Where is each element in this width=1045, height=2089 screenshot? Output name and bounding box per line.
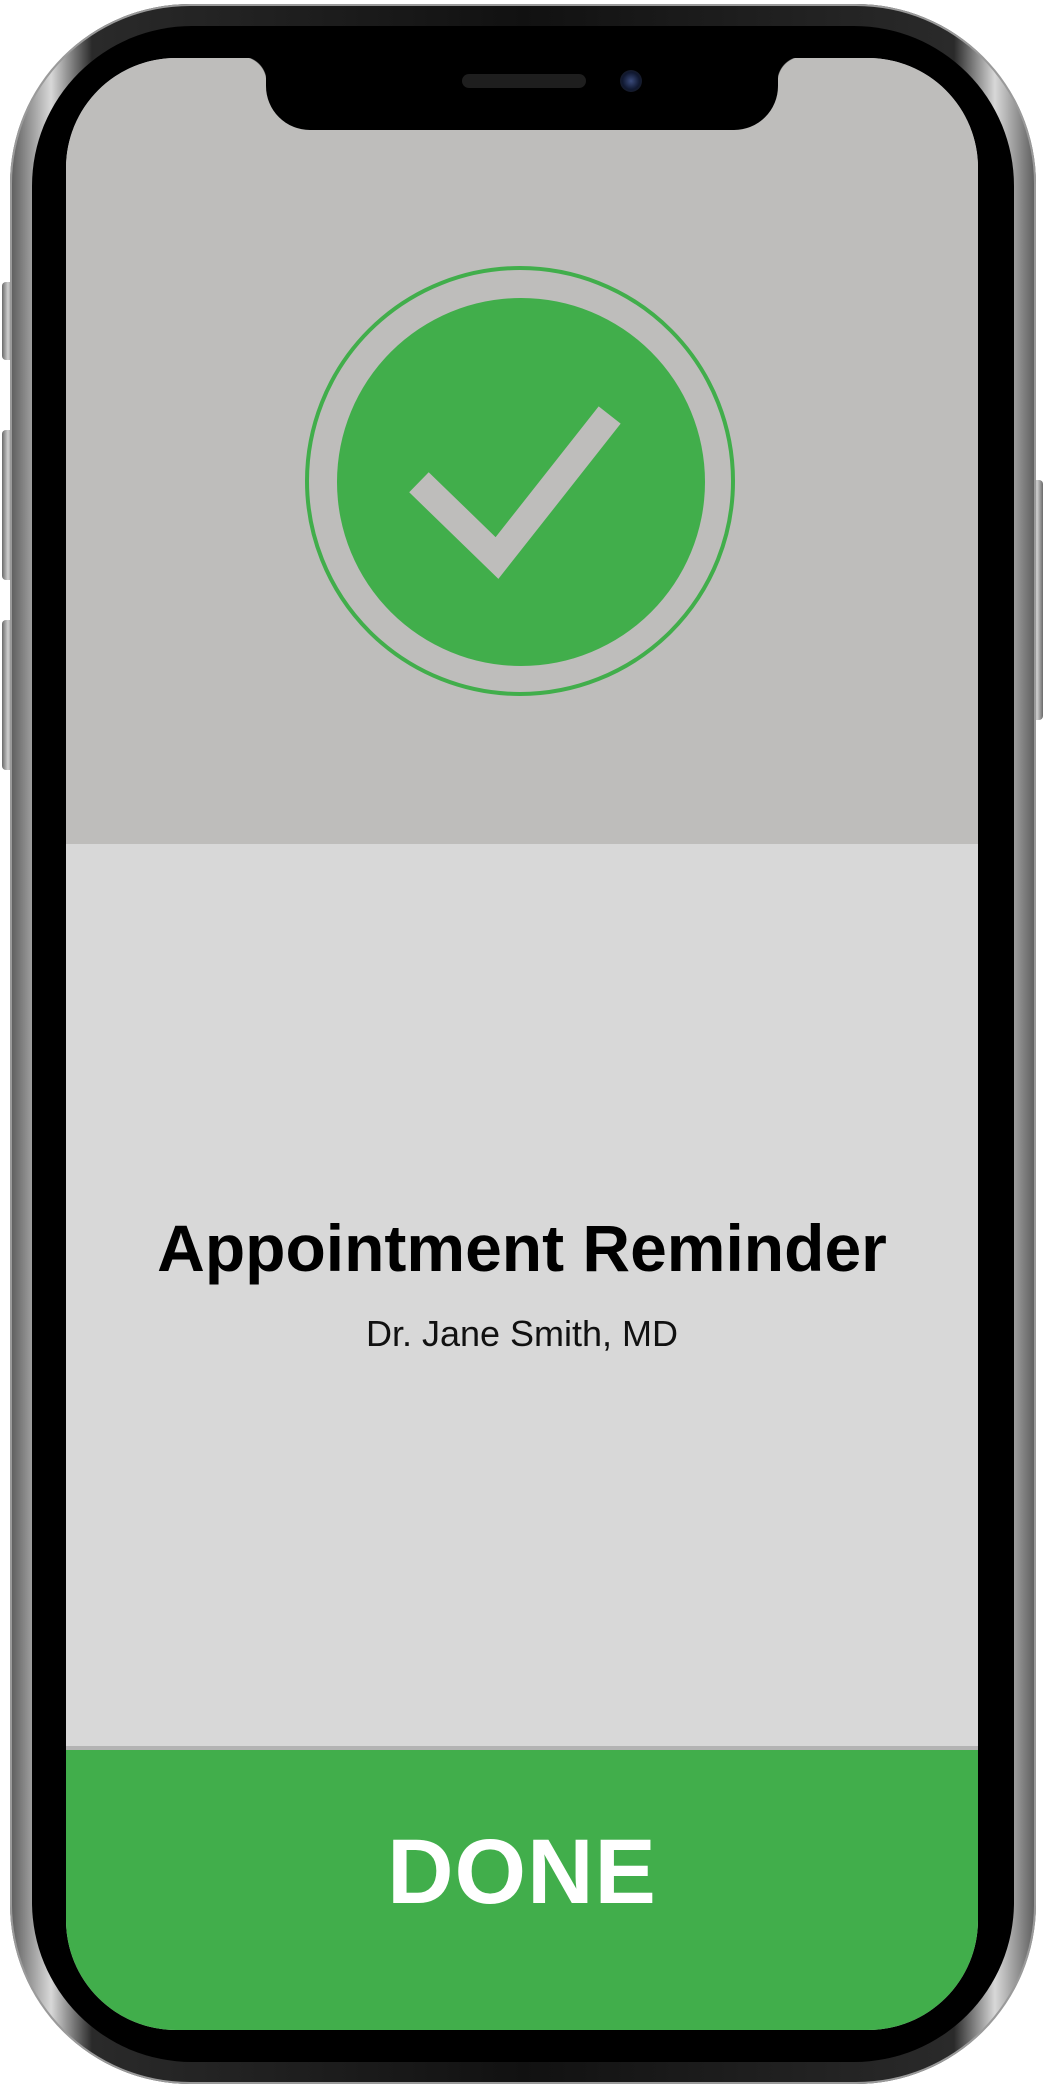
- front-camera-icon: [620, 70, 642, 92]
- checkmark-glyph: [409, 406, 621, 579]
- doctor-name: Dr. Jane Smith, MD: [365, 1313, 679, 1354]
- checkmark-icon: [337, 298, 705, 666]
- confirmation-panel: [66, 58, 978, 844]
- page-title: Appointment Reminder: [157, 1211, 887, 1285]
- camera-notch: [241, 58, 803, 130]
- phone-mockup: Appointment Reminder Dr. Jane Smith, MD …: [0, 0, 1045, 2089]
- done-button-label: DONE: [387, 1821, 657, 1923]
- done-button[interactable]: DONE: [66, 1750, 978, 2030]
- earpiece-speaker: [462, 74, 586, 88]
- phone-screen: Appointment Reminder Dr. Jane Smith, MD …: [66, 58, 978, 2030]
